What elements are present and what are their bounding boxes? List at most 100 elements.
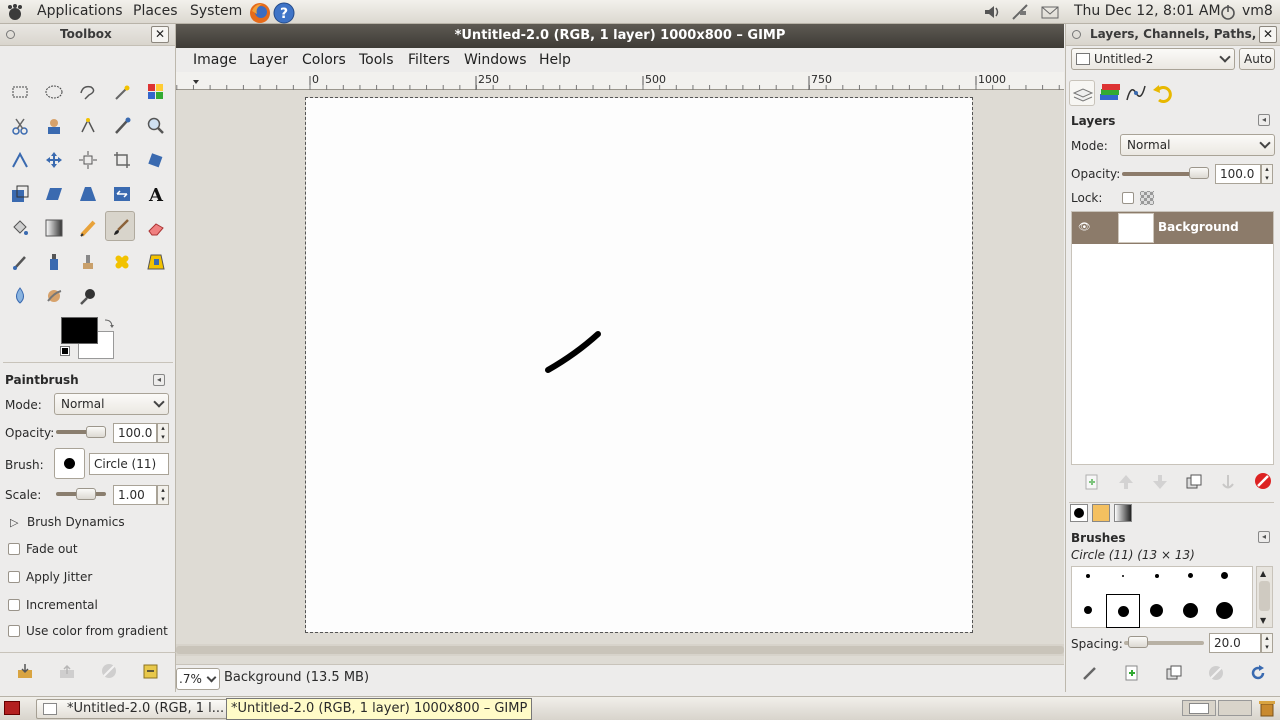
blur-tool[interactable]	[5, 281, 35, 311]
brush-item-selected[interactable]	[1106, 594, 1140, 628]
layer-opacity-knob[interactable]	[1189, 167, 1209, 179]
volume-icon[interactable]	[982, 2, 1002, 22]
brush-item[interactable]	[1122, 575, 1124, 577]
text-tool[interactable]: A	[141, 179, 171, 209]
duplicate-brush-icon[interactable]	[1165, 664, 1183, 682]
brush-item[interactable]	[1188, 573, 1193, 578]
gnome-foot-icon[interactable]	[6, 3, 24, 21]
pencil-tool[interactable]	[73, 213, 103, 243]
shear-tool[interactable]	[39, 179, 69, 209]
duplicate-layer-icon[interactable]	[1185, 473, 1203, 491]
flip-tool[interactable]	[107, 179, 137, 209]
lock-pixels-checkbox[interactable]	[1122, 192, 1134, 204]
user-name[interactable]: vm8	[1242, 3, 1273, 19]
opacity-spin-arrows-icon[interactable]: ▴ ▾	[157, 423, 169, 443]
brushes-scrollbar[interactable]: ▲ ▼	[1256, 566, 1273, 628]
foreground-color-swatch[interactable]	[61, 317, 98, 344]
dodge-burn-tool[interactable]	[73, 281, 103, 311]
tab-menu-icon[interactable]: ◂	[1258, 531, 1270, 543]
horizontal-ruler[interactable]: 0 250 500 750 1000	[176, 72, 1064, 90]
firefox-icon[interactable]	[249, 2, 270, 23]
power-icon[interactable]	[1220, 4, 1236, 20]
edit-brush-icon[interactable]	[1081, 664, 1099, 682]
move-tool[interactable]	[39, 145, 69, 175]
spacing-spin-icon[interactable]: ▴ ▾	[1261, 633, 1273, 653]
airbrush-tool[interactable]	[5, 247, 35, 277]
tab-menu-icon[interactable]: ◂	[153, 374, 165, 386]
menu-image[interactable]: Image	[193, 52, 237, 68]
layer-mode-combo[interactable]: Normal	[1120, 134, 1275, 156]
reset-options-icon[interactable]	[142, 662, 160, 680]
opacity-slider-knob[interactable]	[86, 426, 106, 438]
spacing-input[interactable]: 20.0	[1209, 633, 1261, 653]
spacing-slider-knob[interactable]	[1128, 636, 1148, 648]
restore-options-icon[interactable]	[58, 662, 76, 680]
anchor-layer-icon[interactable]	[1219, 473, 1237, 491]
tab-paths[interactable]	[1123, 80, 1149, 106]
mode-combo[interactable]: Normal	[54, 393, 169, 415]
select-by-color-tool[interactable]	[141, 77, 171, 107]
menu-colors[interactable]: Colors	[302, 52, 346, 68]
smudge-tool[interactable]	[39, 281, 69, 311]
refresh-brushes-icon[interactable]	[1249, 664, 1267, 682]
blend-tool[interactable]	[39, 213, 69, 243]
tab-channels[interactable]	[1096, 80, 1122, 106]
horizontal-scrollbar[interactable]	[176, 644, 1064, 656]
layer-opacity-input[interactable]: 100.0	[1215, 164, 1261, 184]
canvas-area[interactable]	[176, 90, 1064, 666]
scissors-select-tool[interactable]	[5, 111, 35, 141]
dock-handle-icon[interactable]	[6, 30, 15, 39]
toolbox-close-button[interactable]: ✕	[151, 26, 169, 43]
brush-name-field[interactable]: Circle (11)	[89, 453, 169, 475]
swap-colors-icon[interactable]	[103, 317, 115, 329]
brush-item[interactable]	[1155, 574, 1159, 578]
layer-row-background[interactable]: 👁 Background	[1072, 212, 1273, 244]
scroll-down-icon[interactable]: ▼	[1260, 616, 1266, 625]
scale-slider-knob[interactable]	[76, 488, 96, 500]
menu-windows[interactable]: Windows	[464, 52, 527, 68]
menu-layer[interactable]: Layer	[249, 52, 288, 68]
tab-layers[interactable]	[1069, 80, 1095, 106]
eraser-tool[interactable]	[141, 213, 171, 243]
fade-out-checkbox[interactable]	[8, 543, 20, 555]
layer-name[interactable]: Background	[1158, 220, 1239, 234]
brushes-grid[interactable]	[1071, 566, 1253, 628]
taskbar-gimp-window[interactable]: *Untitled-2.0 (RGB, 1 l...	[36, 699, 228, 719]
network-icon[interactable]	[1010, 2, 1030, 22]
layer-opacity-spin-icon[interactable]: ▴ ▾	[1261, 164, 1273, 184]
auto-button[interactable]: Auto	[1239, 48, 1275, 70]
ellipse-select-tool[interactable]	[39, 77, 69, 107]
brush-item[interactable]	[1150, 604, 1163, 617]
eye-icon[interactable]: 👁	[1078, 222, 1091, 233]
heal-tool[interactable]	[107, 247, 137, 277]
bucket-fill-tool[interactable]	[5, 213, 35, 243]
rotate-tool[interactable]	[141, 145, 171, 175]
measure-tool[interactable]	[5, 145, 35, 175]
paths-tool[interactable]	[73, 111, 103, 141]
zoom-combo[interactable]: .7%	[176, 668, 220, 690]
default-colors-icon[interactable]	[60, 346, 70, 356]
ink-tool[interactable]	[39, 247, 69, 277]
brush-item[interactable]	[1221, 572, 1228, 579]
brush-item[interactable]	[1216, 602, 1233, 619]
raise-layer-icon[interactable]	[1117, 473, 1135, 491]
save-options-icon[interactable]	[16, 662, 34, 680]
perspective-tool[interactable]	[73, 179, 103, 209]
tab-patterns[interactable]	[1092, 504, 1110, 522]
scale-tool[interactable]	[5, 179, 35, 209]
perspective-clone-tool[interactable]	[141, 247, 171, 277]
delete-brush-icon[interactable]	[1207, 664, 1225, 682]
brush-preview-button[interactable]	[54, 448, 85, 479]
free-select-tool[interactable]	[73, 77, 103, 107]
paintbrush-tool[interactable]	[105, 211, 135, 241]
lock-alpha-icon[interactable]	[1140, 191, 1154, 205]
menu-help[interactable]: Help	[539, 52, 571, 68]
scroll-up-icon[interactable]: ▲	[1260, 569, 1266, 578]
dock-handle-icon[interactable]	[1072, 30, 1081, 39]
delete-layer-icon[interactable]	[1254, 472, 1272, 490]
color-picker-tool[interactable]	[107, 111, 137, 141]
menu-tools[interactable]: Tools	[359, 52, 394, 68]
places-menu[interactable]: Places	[133, 3, 178, 19]
expander-arrow-icon[interactable]: ▷	[10, 516, 18, 529]
mail-icon[interactable]	[1040, 2, 1060, 22]
